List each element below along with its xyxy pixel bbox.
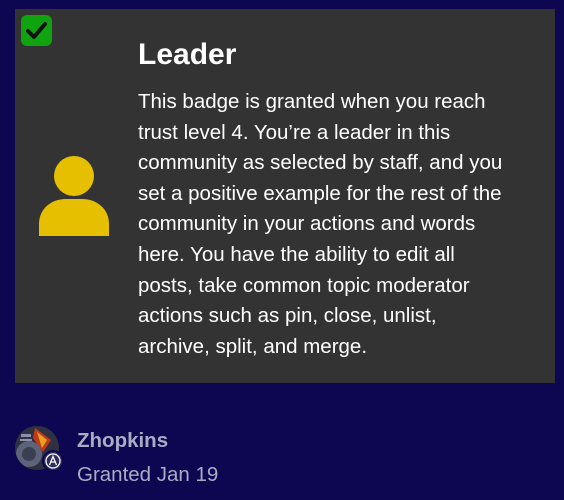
description-line: community as selected by staff, and you [138,151,503,175]
description-line: posts, take common topic moderator [138,273,470,297]
username-link[interactable]: Zhopkins [77,429,168,453]
description-line: community in your actions and words [138,212,476,236]
moderator-flair-icon [42,450,64,472]
badge-card: Leader This badge is granted when you re… [15,9,555,383]
badge-description: This badge is granted when you reach tru… [138,87,538,362]
description-line: This badge is granted when you reach [138,90,486,113]
badge-title: Leader [138,38,237,71]
granted-date: Granted Jan 19 [77,463,219,486]
user-icon [39,156,109,236]
description-line: here. You have the ability to edit all [138,242,455,266]
description-line: trust level 4. You’re a leader in this [138,120,451,144]
granted-user-row: Zhopkins Granted Jan 19 [15,426,555,490]
description-line: archive, split, and merge. [138,334,368,358]
checkmark-icon [21,15,52,46]
description-line: set a positive example for the rest of t… [138,181,502,205]
description-line: actions such as pin, close, unlist, [138,304,437,328]
